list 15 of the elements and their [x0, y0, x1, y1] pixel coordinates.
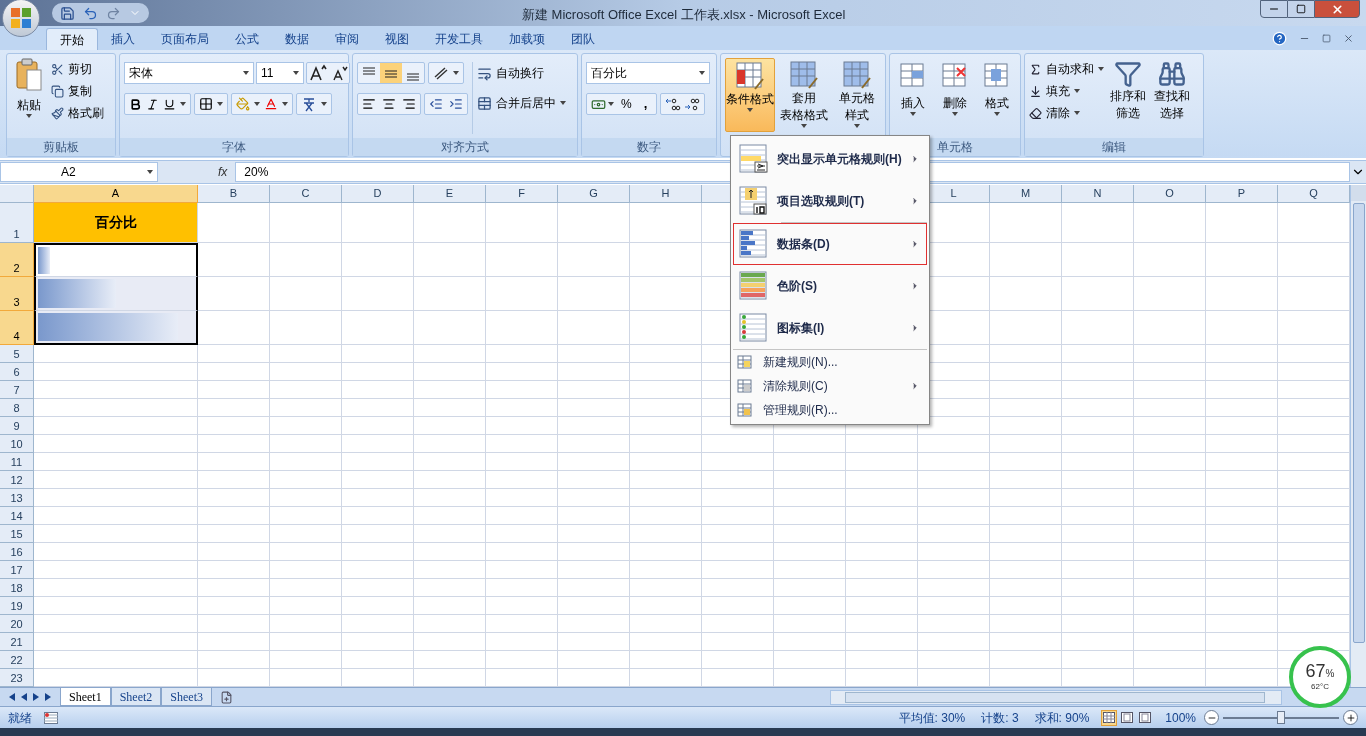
status-stat: 平均值: 30%	[898, 709, 966, 727]
group-label: 编辑	[1102, 139, 1126, 156]
status-text: 就绪	[7, 709, 33, 727]
group-label: 数字	[637, 139, 661, 156]
window-title: 新建 Microsoft Office Excel 工作表.xlsx - Microsoft Excel	[522, 6, 846, 24]
usage-unit: %	[1325, 667, 1335, 681]
group-label: 单元格	[937, 139, 973, 156]
status-stat: 求和: 90%	[1034, 709, 1090, 727]
group-label: 字体	[222, 139, 246, 156]
status-stat: 计数: 3	[981, 709, 1019, 727]
group-label: 对齐方式	[441, 139, 489, 156]
temperature-text: 62°C	[1311, 680, 1329, 693]
table-cell: 百分比	[34, 203, 198, 243]
usage-value: 67	[1305, 661, 1326, 680]
group-label: 剪贴板	[43, 139, 79, 156]
